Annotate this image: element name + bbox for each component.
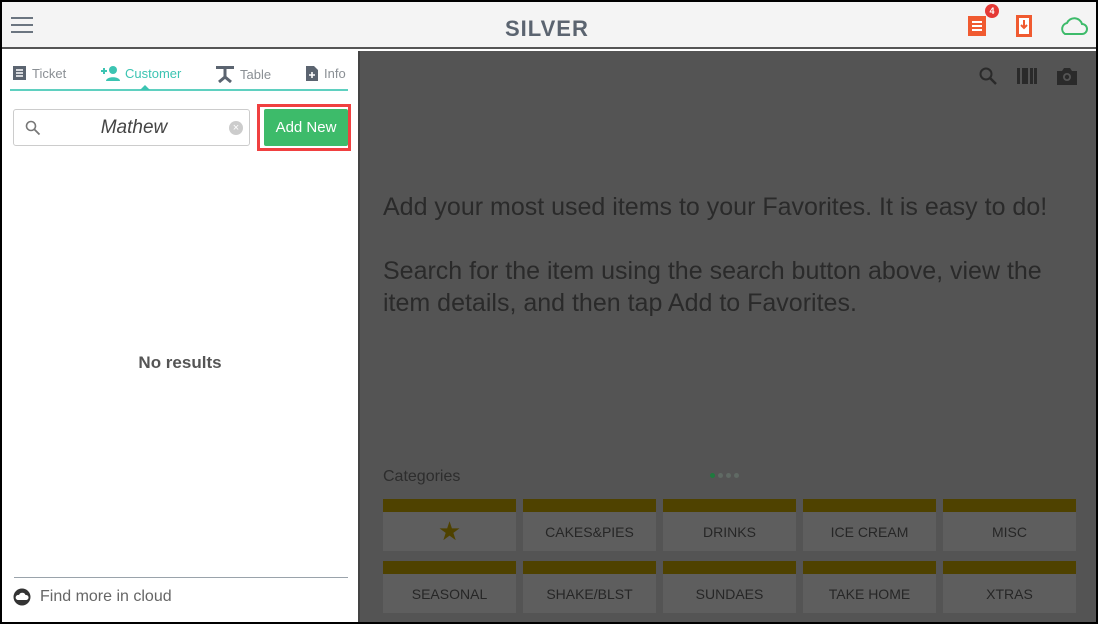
category-tile[interactable]: XTRAS: [943, 561, 1076, 613]
add-person-icon: [101, 66, 120, 81]
tab-label: Info: [324, 66, 346, 81]
search-icon[interactable]: [978, 66, 998, 86]
category-tile[interactable]: MISC: [943, 499, 1076, 551]
category-tile[interactable]: SHAKE/BLST: [523, 561, 656, 613]
ticket-icon: [13, 66, 26, 80]
barcode-icon[interactable]: [1017, 68, 1037, 84]
tab-ticket[interactable]: Ticket: [12, 65, 66, 81]
categories-label: Categories: [383, 468, 461, 485]
tab-info[interactable]: Info: [305, 65, 346, 82]
cloud-icon[interactable]: [1058, 16, 1088, 36]
page-dot[interactable]: [734, 473, 739, 478]
add-document-icon: [306, 66, 318, 81]
instruction-paragraph: Add your most used items to your Favorit…: [383, 193, 1048, 221]
add-new-button[interactable]: Add New: [264, 109, 348, 146]
category-favorites[interactable]: ★: [383, 499, 516, 551]
customer-search-field: ×: [13, 109, 250, 146]
category-tile[interactable]: ICE CREAM: [803, 499, 936, 551]
ticket-icon[interactable]: [966, 14, 988, 38]
find-more-in-cloud-link[interactable]: Find more in cloud: [13, 588, 172, 606]
tab-label: Table: [240, 66, 272, 82]
top-bar: SILVER 4: [2, 2, 1096, 49]
search-icon: [25, 120, 41, 136]
tab-customer[interactable]: Customer: [100, 65, 181, 81]
category-tile[interactable]: DRINKS: [663, 499, 796, 551]
app-frame: SILVER 4 Ticket Customer Table Info Math…: [2, 2, 1096, 622]
divider: [14, 577, 348, 578]
favorites-instructions: Add your most used items to your Favorit…: [383, 191, 1073, 351]
tab-bar: Ticket Customer Table Info: [10, 63, 348, 91]
no-results-text: No results: [138, 353, 222, 372]
instruction-paragraph: Search for the item using the search but…: [383, 257, 1042, 317]
category-tile[interactable]: SEASONAL: [383, 561, 516, 613]
page-indicator: [710, 473, 739, 478]
camera-icon[interactable]: [1056, 66, 1078, 86]
active-tab-indicator: [140, 85, 150, 90]
menu-icon[interactable]: [11, 17, 33, 33]
page-dot[interactable]: [710, 473, 715, 478]
search-input[interactable]: [49, 116, 219, 140]
category-tile[interactable]: SUNDAES: [663, 561, 796, 613]
star-icon: ★: [437, 516, 462, 546]
notification-badge: 4: [985, 4, 999, 18]
tab-label: Ticket: [32, 65, 67, 81]
left-panel: Ticket Customer Table Info × Add New No …: [2, 51, 358, 622]
favorites-panel: Add your most used items to your Favorit…: [358, 51, 1096, 622]
category-grid: ★ CAKES&PIES DRINKS ICE CREAM MISC SEASO…: [383, 499, 1076, 613]
logo: SILVER: [505, 16, 589, 41]
clear-icon[interactable]: ×: [229, 121, 243, 135]
tab-label: Customer: [125, 65, 182, 81]
category-tile[interactable]: TAKE HOME: [803, 561, 936, 613]
page-dot[interactable]: [718, 473, 723, 478]
category-tile[interactable]: CAKES&PIES: [523, 499, 656, 551]
cloud-circle-icon: [13, 588, 31, 606]
table-icon: [216, 66, 234, 83]
find-more-label: Find more in cloud: [40, 588, 172, 605]
tab-table[interactable]: Table: [215, 65, 271, 83]
download-icon[interactable]: [1015, 14, 1033, 38]
page-dot[interactable]: [726, 473, 731, 478]
